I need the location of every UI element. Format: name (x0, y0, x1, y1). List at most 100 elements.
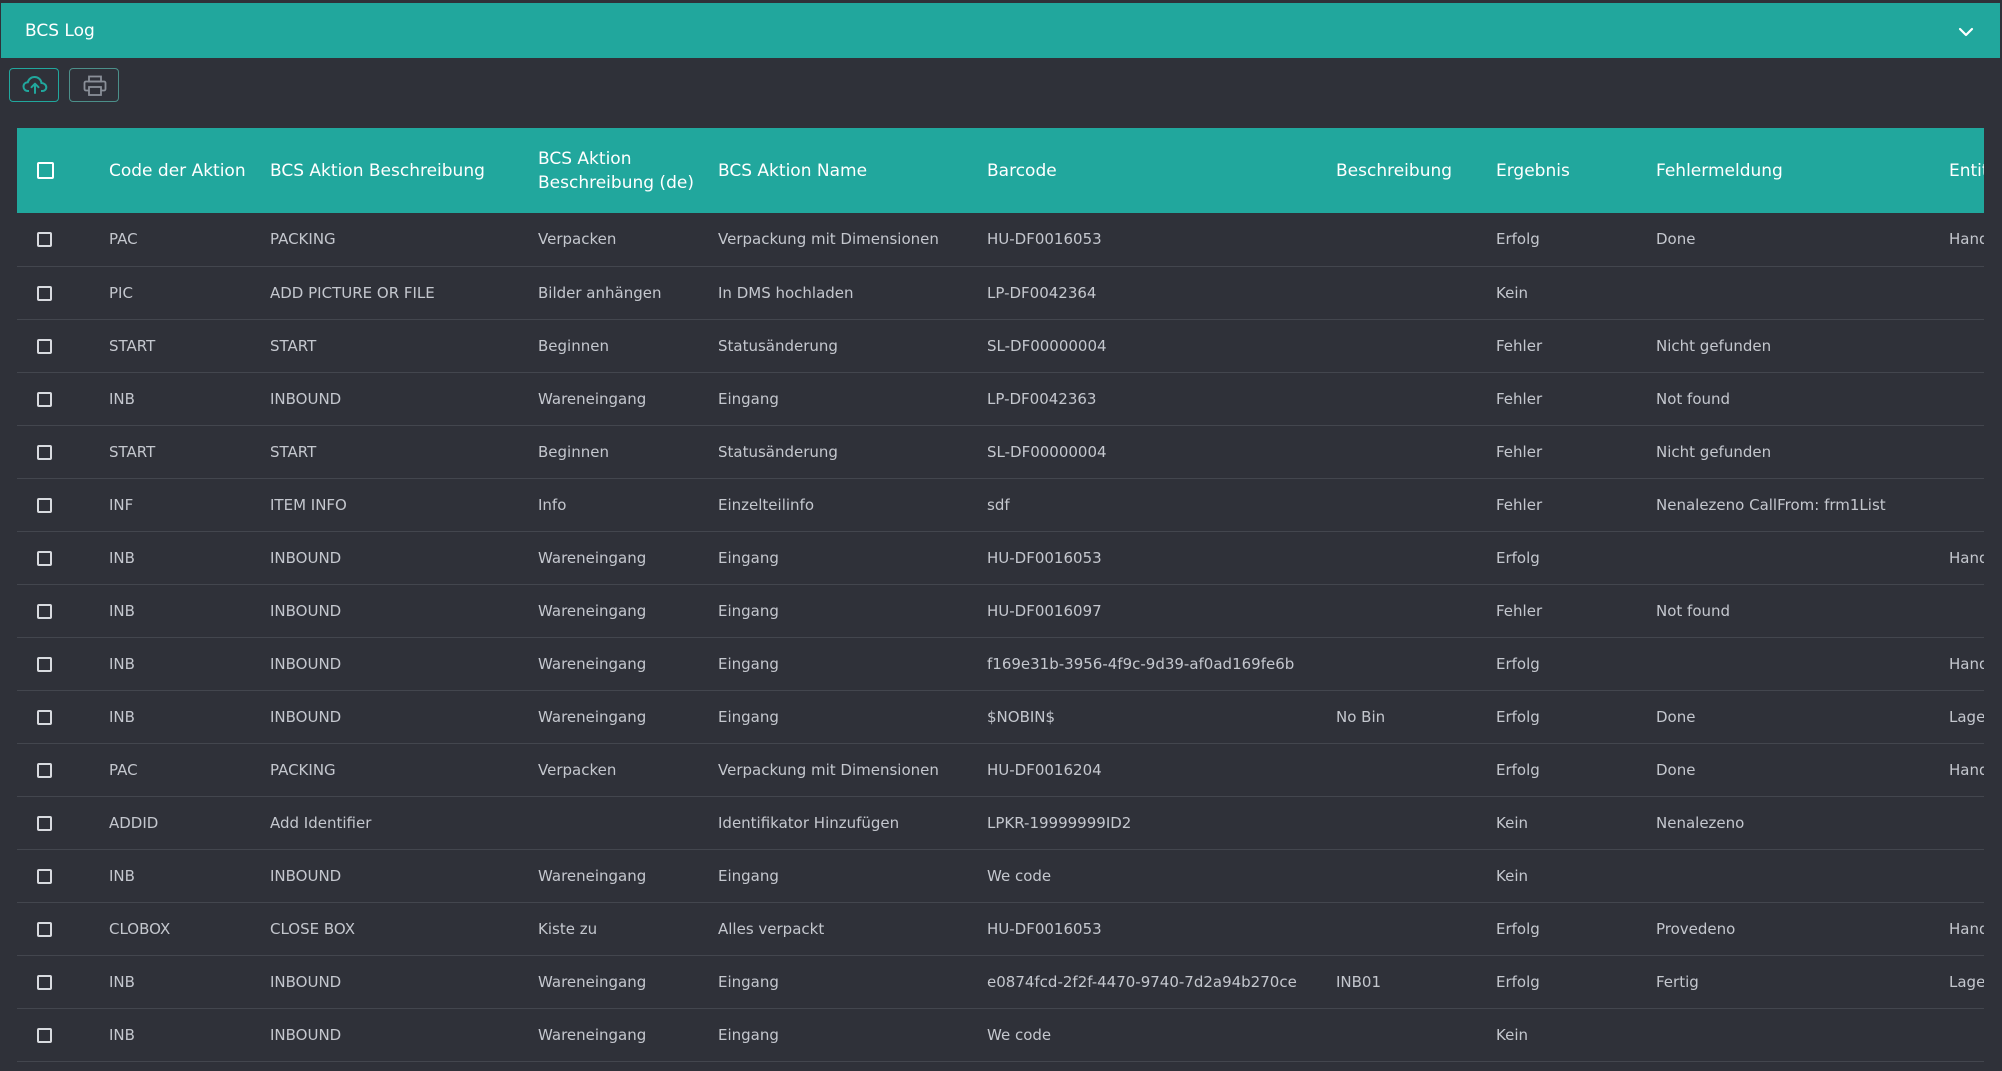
row-checkbox[interactable] (37, 1027, 52, 1043)
row-checkbox[interactable] (37, 868, 52, 884)
cell-entity (1937, 319, 1984, 372)
chevron-down-icon[interactable] (1954, 20, 1978, 44)
cell-barcode: SL-DF00000004 (987, 442, 1107, 461)
cell-beschreibung (1324, 1008, 1484, 1061)
table-row[interactable]: PIC ADD PICTURE OR FILE Bilder anhängen In … (17, 266, 1984, 319)
cell-action-name: Eingang (718, 654, 779, 673)
row-checkbox[interactable] (37, 285, 52, 301)
row-checkbox[interactable] (37, 603, 52, 619)
cell-description-de: Wareneingang (538, 654, 647, 673)
cell-error-message (1644, 849, 1937, 902)
table-row[interactable]: ADDID Add Identifier Identifikator Hinzufü… (17, 796, 1984, 849)
cell-description: INBOUND (270, 866, 342, 885)
print-button[interactable] (69, 68, 119, 102)
cell-description-de: Wareneingang (538, 601, 647, 620)
table-row[interactable]: PAC PACKING Verpacken Verpackung mit Dimens… (17, 743, 1984, 796)
row-checkbox[interactable] (37, 815, 52, 831)
cell-description: PACKING (270, 760, 336, 779)
cell-description: ADD PICTURE OR FILE (270, 283, 435, 302)
row-checkbox[interactable] (37, 338, 52, 354)
row-checkbox[interactable] (37, 550, 52, 566)
cell-error-message: Nenalezeno (1656, 813, 1745, 832)
column-header-result[interactable]: Ergebnis (1484, 128, 1644, 213)
cell-description-de: Verpacken (538, 760, 617, 779)
column-header-beschreibung[interactable]: Beschreibung (1324, 128, 1484, 213)
table-row[interactable]: INB INBOUND Wareneingang Eingang f169e31b-39… (17, 637, 1984, 690)
row-checkbox[interactable] (37, 921, 52, 937)
upload-button[interactable] (9, 68, 59, 102)
panel-header[interactable]: BCS Log (1, 3, 2000, 58)
row-checkbox[interactable] (37, 391, 52, 407)
table-row[interactable]: PAC PACKING Verpacken Verpackung mit Dimens… (17, 213, 1984, 266)
cell-error-message: Not found (1656, 389, 1731, 408)
cell-entity (1937, 425, 1984, 478)
table-row[interactable]: START START Beginnen Statusänderung SL-DF000… (17, 425, 1984, 478)
cell-error-message: Done (1656, 230, 1696, 249)
select-all-checkbox[interactable] (37, 162, 54, 179)
cell-error-message: Not found (1656, 601, 1731, 620)
cell-entity (1937, 478, 1984, 531)
table-row[interactable]: INB INBOUND Wareneingang Eingang $NOBIN$ No B… (17, 690, 1984, 743)
column-header-error-message[interactable]: Fehlermeldung (1644, 128, 1937, 213)
row-checkbox[interactable] (37, 974, 52, 990)
column-header-code[interactable]: Code der Aktion (97, 128, 258, 213)
table-row[interactable]: CLOBOX CLOSE BOX Kiste zu Alles verpackt HU-… (17, 902, 1984, 955)
cell-action-name: Verpackung mit Dimensionen (718, 760, 939, 779)
row-checkbox[interactable] (37, 444, 52, 460)
cell-code: PAC (109, 230, 138, 249)
cell-entity: Lagerplatz (1949, 707, 1984, 726)
cell-action-name: Statusänderung (718, 336, 838, 355)
table-row[interactable]: INB INBOUND Wareneingang Eingang HU-DF001609… (17, 584, 1984, 637)
row-select-cell (17, 1008, 97, 1061)
column-header-description[interactable]: BCS Aktion Beschreibung (258, 128, 526, 213)
column-header-description-de[interactable]: BCS Aktion Beschreibung (de) (526, 128, 706, 213)
cell-error-message: Nenalezeno CallFrom: frm1List (1656, 495, 1886, 514)
cell-action-name: Einzelteilinfo (718, 495, 814, 514)
cell-beschreibung (1324, 425, 1484, 478)
cell-code: START (109, 442, 156, 461)
cell-description-de: Info (538, 495, 567, 514)
cell-beschreibung: No Bin (1336, 707, 1386, 726)
cell-beschreibung (1324, 902, 1484, 955)
table-row[interactable]: START START Beginnen Statusänderung SL-DF000… (17, 319, 1984, 372)
cell-action-name: Eingang (718, 389, 779, 408)
table-row[interactable]: INB INBOUND Wareneingang Eingang LP-DF004236… (17, 372, 1984, 425)
cell-beschreibung (1324, 319, 1484, 372)
cell-error-message: Provedeno (1656, 919, 1736, 938)
row-select-cell (17, 213, 97, 266)
table-row[interactable]: INB INBOUND Wareneingang Eingang HU-DF001605… (17, 531, 1984, 584)
cell-error-message (1644, 266, 1937, 319)
row-checkbox[interactable] (37, 762, 52, 778)
column-header-entity[interactable]: Entität (1937, 128, 1984, 213)
column-header-action-name[interactable]: BCS Aktion Name (706, 128, 975, 213)
cell-barcode: HU-DF0016204 (987, 760, 1102, 779)
row-select-cell (17, 372, 97, 425)
row-select-cell (17, 637, 97, 690)
cell-barcode: HU-DF0016053 (987, 230, 1102, 249)
row-select-cell (17, 319, 97, 372)
cell-error-message (1644, 1008, 1937, 1061)
row-checkbox[interactable] (37, 709, 52, 725)
cell-description-de: Wareneingang (538, 707, 647, 726)
row-checkbox[interactable] (37, 232, 52, 248)
table-row[interactable]: INB INBOUND Wareneingang Eingang We code Kein (17, 849, 1984, 902)
cell-code: ADDID (109, 813, 159, 832)
row-select-cell (17, 796, 97, 849)
column-header-barcode[interactable]: Barcode (975, 128, 1324, 213)
cell-entity (1937, 266, 1984, 319)
cell-error-message: Nicht gefunden (1656, 442, 1772, 461)
cell-beschreibung (1324, 478, 1484, 531)
row-select-cell (17, 690, 97, 743)
row-checkbox[interactable] (37, 497, 52, 513)
cell-barcode: SL-DF00000004 (987, 336, 1107, 355)
table-row[interactable]: INF ITEM INFO Info Einzelteilinfo sdf Fehler N… (17, 478, 1984, 531)
table-row[interactable]: INB INBOUND Wareneingang Eingang We code Kein (17, 1008, 1984, 1061)
cell-action-name: Alles verpackt (718, 919, 825, 938)
row-select-cell (17, 743, 97, 796)
row-checkbox[interactable] (37, 656, 52, 672)
cell-error-message: Fertig (1656, 972, 1699, 991)
cell-result: Fehler (1496, 336, 1543, 355)
cell-entity: Handling (1949, 230, 1984, 249)
row-select-cell (17, 902, 97, 955)
table-row[interactable]: INB INBOUND Wareneingang Eingang e0874fcd-2f… (17, 955, 1984, 1008)
